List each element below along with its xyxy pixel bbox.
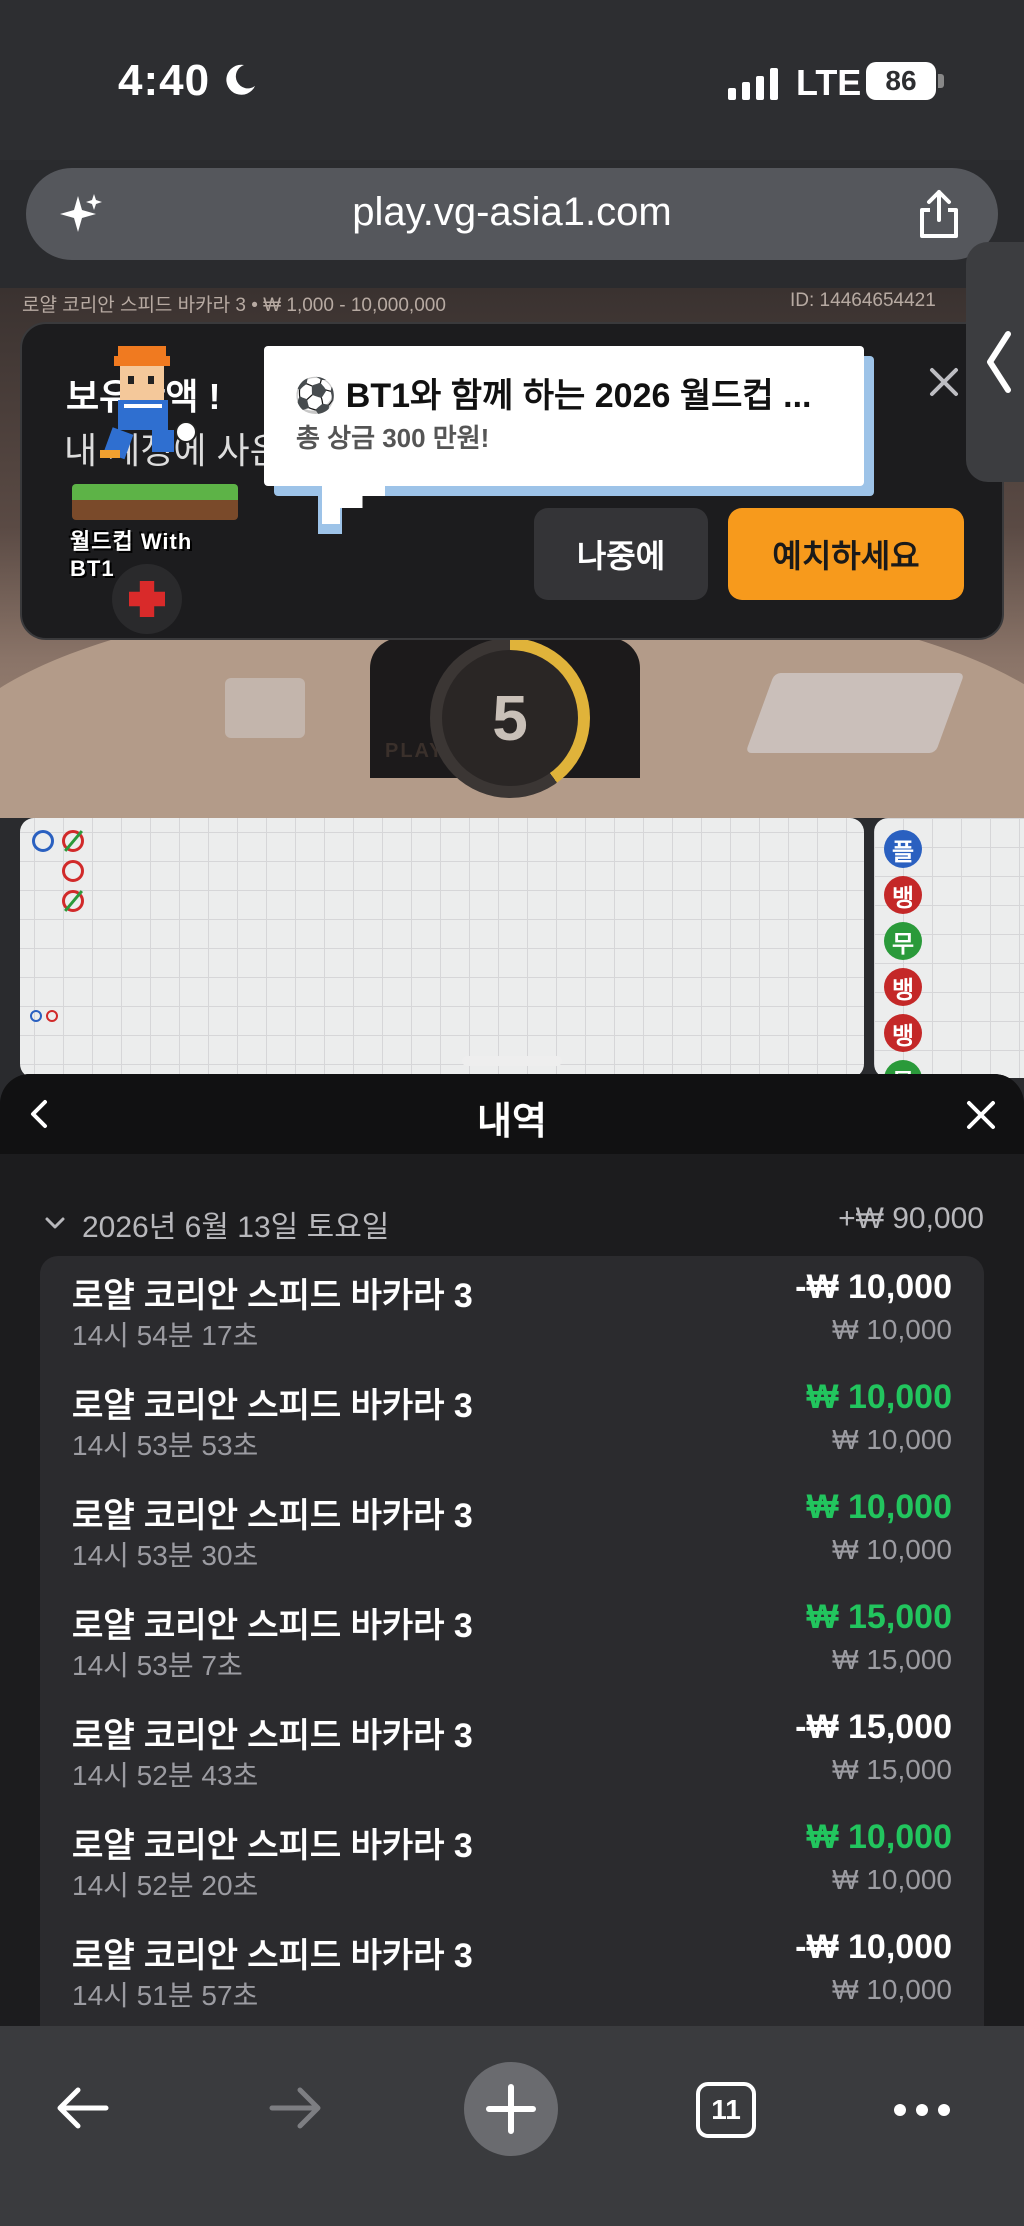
history-row[interactable]: 로얄 코리안 스피드 바카라 3 14시 54분 17초 -₩ 10,000 ₩… (40, 1256, 984, 1366)
red-cross-icon (112, 564, 182, 634)
row-amount: ₩ 15,000 (806, 1598, 952, 1636)
big-road-side: 플 뱅 무 뱅 뱅 무 (874, 818, 1024, 1078)
road-pill: 무 (884, 922, 922, 960)
road-pill: 플 (884, 830, 922, 868)
chevron-left-icon (987, 331, 1011, 393)
battery-nub (938, 74, 944, 88)
promo-subtitle: 총 상금 300 만원! (296, 423, 490, 453)
history-row[interactable]: 로얄 코리안 스피드 바카라 3 14시 52분 20초 ₩ 10,000 ₩ … (40, 1806, 984, 1916)
row-time: 14시 51분 57초 (72, 1980, 259, 2011)
forward-arrow-icon[interactable] (266, 2078, 326, 2138)
new-tab-button[interactable] (464, 2062, 558, 2156)
history-sheet: 내역 2026년 6월 13일 토요일 +₩ 90,000 로얄 코리안 스피드… (0, 1074, 1024, 2026)
countdown-value: 5 (442, 650, 578, 786)
status-bar: 4:40 LTE 86 (0, 0, 1024, 160)
row-game-name: 로얄 코리안 스피드 바카라 3 (72, 1827, 473, 1865)
browser-toolbar: 11 (0, 2026, 1024, 2226)
row-stake: ₩ 10,000 (832, 1534, 952, 1565)
row-game-name: 로얄 코리안 스피드 바카라 3 (72, 1497, 473, 1535)
row-time: 14시 53분 53초 (72, 1430, 259, 1461)
row-amount: ₩ 10,000 (806, 1818, 952, 1856)
battery-icon: 86 (866, 62, 936, 100)
promo-title: ⚽ BT1와 함께 하는 2026 월드컵 ... (294, 377, 812, 415)
sheet-grabber[interactable] (462, 1056, 562, 1066)
row-game-name: 로얄 코리안 스피드 바카라 3 (72, 1277, 473, 1315)
row-stake: ₩ 15,000 (832, 1754, 952, 1785)
row-amount: -₩ 10,000 (795, 1268, 952, 1306)
plus-icon (486, 2084, 536, 2134)
later-button[interactable]: 나중에 (534, 508, 708, 600)
row-game-name: 로얄 코리안 스피드 바카라 3 (72, 1607, 473, 1645)
grass-block (72, 484, 238, 520)
history-row[interactable]: 로얄 코리안 스피드 바카라 3 14시 51분 57초 -₩ 10,000 ₩… (40, 1916, 984, 2026)
road-small-player-mark (30, 1010, 42, 1022)
bead-road (20, 818, 864, 1078)
row-amount: -₩ 10,000 (795, 1928, 952, 1966)
side-panel-handle[interactable] (966, 242, 1024, 482)
close-icon[interactable] (964, 1098, 998, 1132)
back-arrow-icon[interactable] (52, 2078, 112, 2138)
deposit-button[interactable]: 예치하세요 (728, 508, 964, 600)
road-pill: 뱅 (884, 1014, 922, 1052)
table-info: 로얄 코리안 스피드 바카라 3 • ₩ 1,000 - 10,000,000 (22, 295, 446, 316)
more-icon[interactable] (892, 2102, 952, 2118)
close-icon[interactable] (924, 362, 964, 402)
history-row[interactable]: 로얄 코리안 스피드 바카라 3 14시 53분 30초 ₩ 10,000 ₩ … (40, 1476, 984, 1586)
soccer-mascot-icon (100, 346, 197, 460)
row-time: 14시 52분 43초 (72, 1760, 259, 1791)
row-game-name: 로얄 코리안 스피드 바카라 3 (72, 1387, 473, 1425)
promo-popup: 보유잔액 ! 내 계정에 사은 월드컵 With BT1 ⚽ BT1와 함께 하… (20, 322, 1004, 640)
history-row[interactable]: 로얄 코리안 스피드 바카라 3 14시 53분 53초 ₩ 10,000 ₩ … (40, 1366, 984, 1476)
countdown-timer: 5 (430, 638, 590, 798)
road-banker-mark (62, 860, 84, 882)
road-pill: 뱅 (884, 968, 922, 1006)
history-list: 로얄 코리안 스피드 바카라 3 14시 54분 17초 -₩ 10,000 ₩… (40, 1256, 984, 2026)
game-id: ID: 14464654421 (790, 290, 936, 311)
day-date: 2026년 6월 13일 토요일 (82, 1211, 390, 1244)
bubble-tail (322, 484, 412, 524)
row-time: 14시 52분 20초 (72, 1870, 259, 1901)
clock: 4:40 (118, 56, 211, 105)
road-pill: 뱅 (884, 876, 922, 914)
day-total: +₩ 90,000 (838, 1202, 984, 1235)
address-bar[interactable]: play.vg-asia1.com (26, 168, 998, 260)
sheet-header: 내역 (0, 1074, 1024, 1154)
history-row[interactable]: 로얄 코리안 스피드 바카라 3 14시 53분 7초 ₩ 15,000 ₩ 1… (40, 1586, 984, 1696)
day-group-header[interactable]: 2026년 6월 13일 토요일 +₩ 90,000 (40, 1202, 984, 1244)
row-amount: ₩ 10,000 (806, 1378, 952, 1416)
speech-bubble: ⚽ BT1와 함께 하는 2026 월드컵 ... 총 상금 300 만원! (264, 346, 864, 486)
row-time: 14시 53분 7초 (72, 1650, 243, 1681)
row-game-name: 로얄 코리안 스피드 바카라 3 (72, 1937, 473, 1975)
row-amount: ₩ 10,000 (806, 1488, 952, 1526)
row-stake: ₩ 10,000 (832, 1314, 952, 1345)
chevron-down-icon (45, 1217, 65, 1229)
tabs-button[interactable]: 11 (696, 2082, 756, 2138)
row-stake: ₩ 10,000 (832, 1864, 952, 1895)
row-amount: -₩ 15,000 (795, 1708, 952, 1746)
network-label: LTE (796, 62, 862, 103)
row-game-name: 로얄 코리안 스피드 바카라 3 (72, 1717, 473, 1755)
url-text[interactable]: play.vg-asia1.com (26, 190, 998, 235)
moon-icon (226, 64, 255, 95)
card-holder (225, 678, 305, 738)
signal-icon (728, 68, 778, 100)
road-small-banker-mark (46, 1010, 58, 1022)
row-time: 14시 53분 30초 (72, 1540, 259, 1571)
card-shoe (745, 673, 965, 753)
share-icon[interactable] (914, 188, 964, 240)
road-player-mark (32, 830, 54, 852)
row-stake: ₩ 10,000 (832, 1424, 952, 1455)
sheet-title: 내역 (477, 1101, 547, 1143)
row-stake: ₩ 15,000 (832, 1644, 952, 1675)
row-stake: ₩ 10,000 (832, 1974, 952, 2005)
history-row[interactable]: 로얄 코리안 스피드 바카라 3 14시 52분 43초 -₩ 15,000 ₩… (40, 1696, 984, 1806)
row-time: 14시 54분 17초 (72, 1320, 259, 1351)
